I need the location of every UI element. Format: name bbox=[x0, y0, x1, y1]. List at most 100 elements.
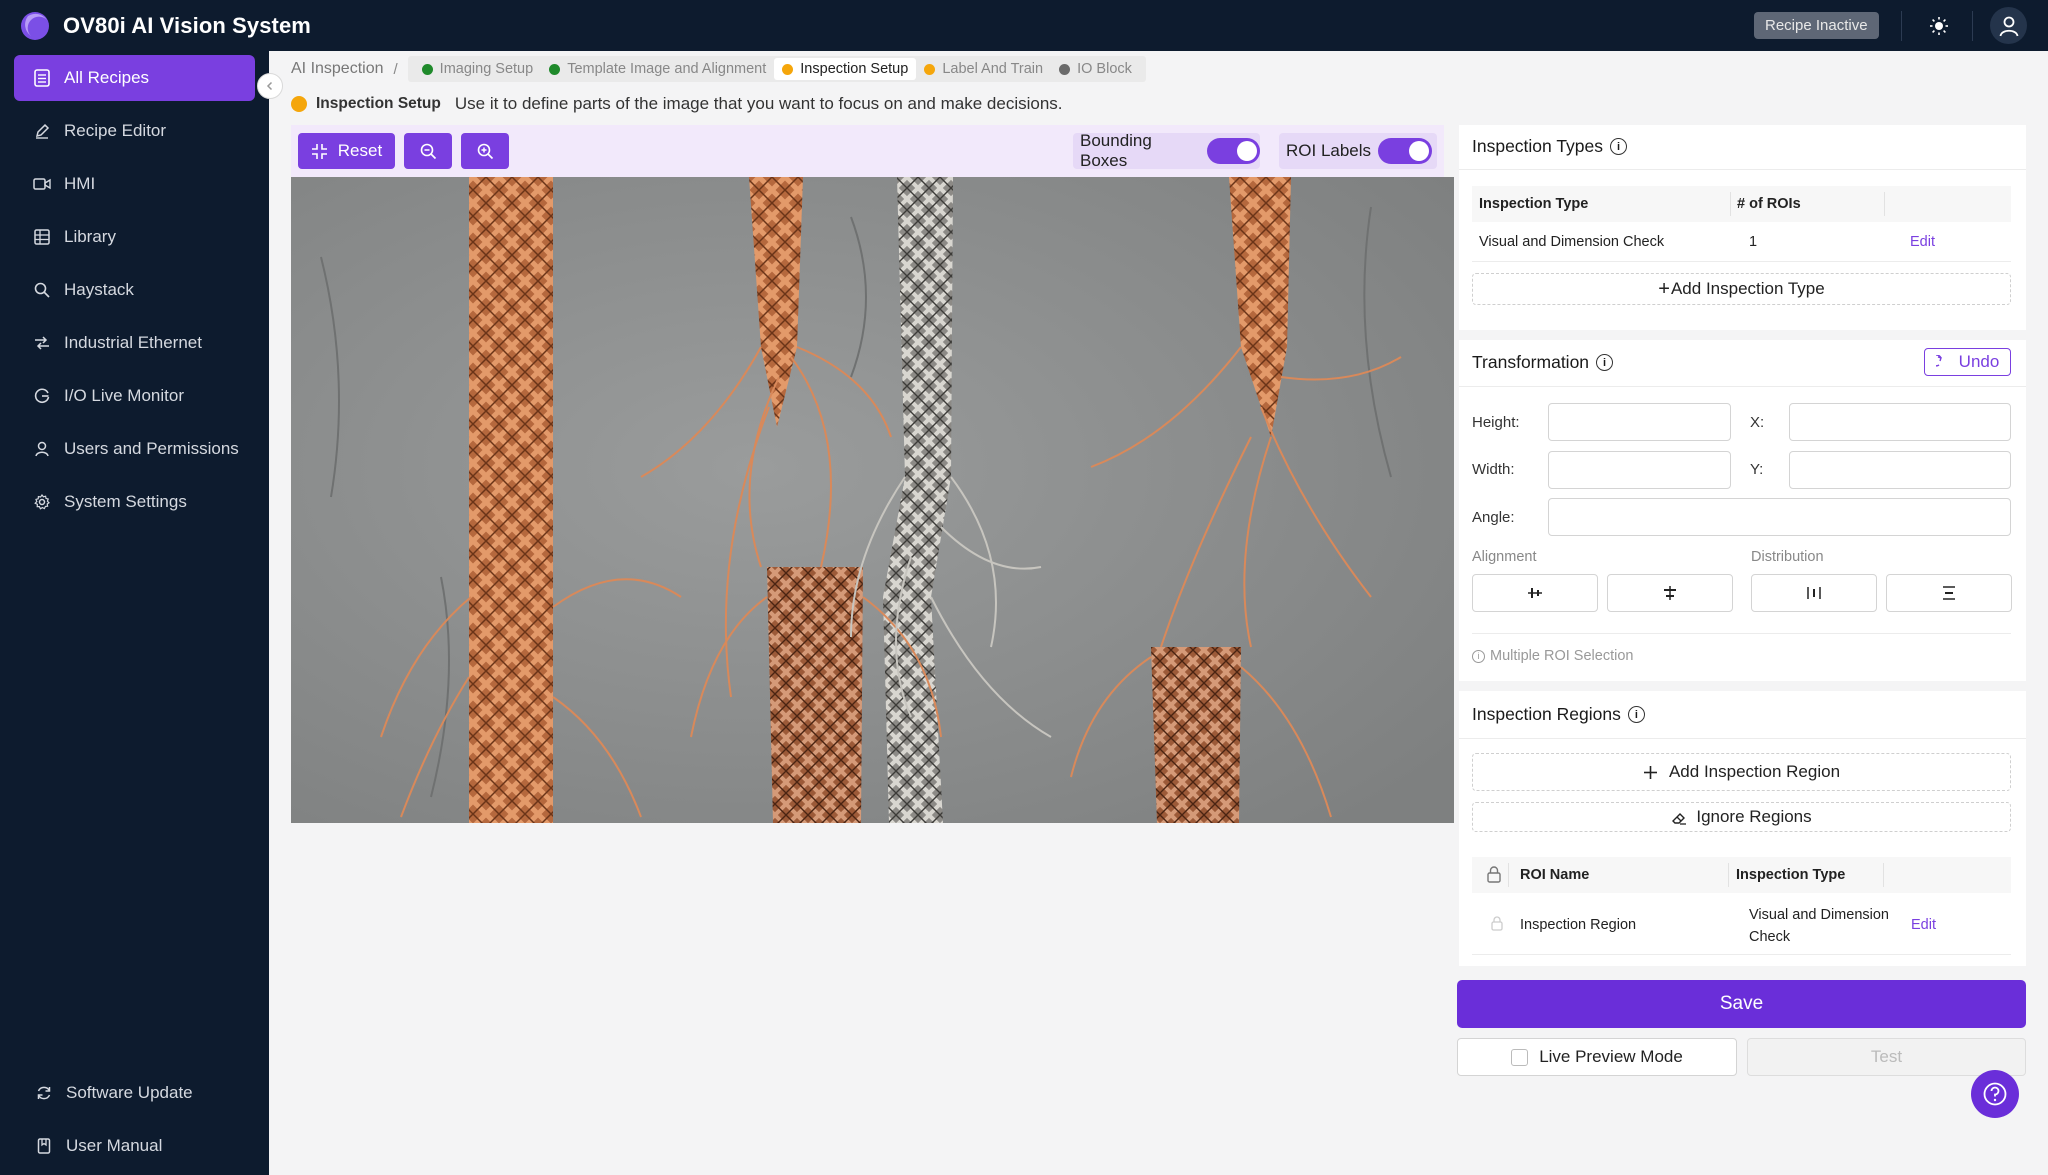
logo-icon bbox=[21, 11, 49, 40]
sidebar-item-user-manual[interactable]: User Manual bbox=[14, 1123, 255, 1169]
sidebar-item-all-recipes[interactable]: All Recipes bbox=[14, 55, 255, 101]
lock-icon[interactable] bbox=[1486, 866, 1502, 883]
alignment-label: Alignment bbox=[1472, 549, 1537, 565]
status-dot bbox=[549, 63, 561, 75]
distribute-vertical-button[interactable] bbox=[1886, 574, 2012, 612]
y-input[interactable] bbox=[1789, 451, 2011, 489]
sidebar-item-hmi[interactable]: HMI bbox=[14, 161, 255, 207]
info-icon: i bbox=[1472, 649, 1485, 663]
sidebar-item-label: System Settings bbox=[64, 492, 187, 511]
step-description-text: Use it to define parts of the image that… bbox=[454, 94, 1063, 113]
help-button[interactable] bbox=[1971, 1070, 2019, 1118]
test-button[interactable]: Test bbox=[1747, 1038, 2026, 1076]
tab-label: Template Image and Alignment bbox=[567, 61, 767, 77]
sidebar-item-library[interactable]: Library bbox=[14, 214, 255, 260]
bounding-boxes-toggle[interactable]: Bounding Boxes bbox=[1073, 131, 1260, 170]
sidebar-item-recipe-editor[interactable]: Recipe Editor bbox=[14, 108, 255, 154]
sidebar-collapse-button[interactable] bbox=[257, 73, 283, 99]
eraser-icon bbox=[1672, 813, 1687, 825]
divider bbox=[1972, 11, 1973, 41]
unlock-icon[interactable] bbox=[1490, 916, 1504, 931]
monitor-icon bbox=[33, 387, 51, 405]
height-input[interactable] bbox=[1548, 403, 1731, 441]
gear-icon bbox=[33, 493, 51, 511]
edit-inspection-type-link[interactable]: Edit bbox=[1910, 234, 1935, 250]
angle-input[interactable] bbox=[1548, 498, 2011, 536]
table-cell: Inspection Region bbox=[1520, 917, 1637, 933]
toggle-switch[interactable] bbox=[1207, 138, 1260, 164]
column-header: Inspection Type bbox=[1736, 867, 1846, 883]
distribute-vertical-icon bbox=[1943, 586, 1955, 600]
reset-button[interactable]: Reset bbox=[298, 133, 395, 169]
angle-label: Angle: bbox=[1472, 509, 1515, 526]
tab-imaging-setup[interactable]: Imaging Setup bbox=[414, 58, 542, 80]
align-vertical-icon bbox=[1664, 586, 1676, 600]
sidebar-item-system-settings[interactable]: System Settings bbox=[14, 479, 255, 525]
sidebar-item-label: Software Update bbox=[66, 1083, 193, 1102]
add-inspection-type-button[interactable]: + Add Inspection Type bbox=[1472, 273, 2011, 305]
toggle-switch[interactable] bbox=[1378, 138, 1433, 164]
search-icon bbox=[33, 281, 51, 299]
info-icon[interactable]: i bbox=[1627, 706, 1645, 723]
user-icon bbox=[33, 440, 51, 458]
plus-icon: + bbox=[1658, 277, 1670, 300]
sun-icon bbox=[1929, 16, 1948, 35]
step-tabs: Imaging Setup Template Image and Alignme… bbox=[407, 56, 1146, 82]
ethernet-icon bbox=[33, 334, 51, 352]
align-horizontal-center-button[interactable] bbox=[1472, 574, 1598, 612]
zoom-out-button[interactable] bbox=[404, 133, 452, 169]
width-input[interactable] bbox=[1548, 451, 1731, 489]
step-description: Inspection Setup Use it to define parts … bbox=[291, 94, 1063, 114]
undo-button[interactable]: Undo bbox=[1924, 348, 2011, 376]
sidebar-item-users-and-permissions[interactable]: Users and Permissions bbox=[14, 426, 255, 472]
x-input[interactable] bbox=[1789, 403, 2011, 441]
tab-io-block[interactable]: IO Block bbox=[1051, 58, 1140, 80]
info-icon[interactable]: i bbox=[1596, 354, 1614, 371]
account-button[interactable] bbox=[1990, 7, 2027, 44]
roi-labels-toggle[interactable]: ROI Labels bbox=[1279, 133, 1437, 169]
align-vertical-center-button[interactable] bbox=[1607, 574, 1733, 612]
tab-label: Imaging Setup bbox=[439, 61, 534, 77]
sidebar-item-software-update[interactable]: Software Update bbox=[14, 1070, 255, 1116]
divider bbox=[1901, 11, 1902, 41]
live-preview-checkbox[interactable] bbox=[1511, 1048, 1529, 1066]
video-icon bbox=[33, 175, 51, 193]
plus-icon bbox=[1643, 765, 1657, 779]
sidebar-item-industrial-ethernet[interactable]: Industrial Ethernet bbox=[14, 320, 255, 366]
ignore-regions-button[interactable]: Ignore Regions bbox=[1472, 802, 2011, 832]
zoom-in-button[interactable] bbox=[461, 133, 509, 169]
breadcrumb-root[interactable]: AI Inspection bbox=[291, 60, 384, 78]
status-dot bbox=[421, 63, 433, 75]
tab-label: Inspection Setup bbox=[800, 61, 909, 77]
tab-label-and-train[interactable]: Label And Train bbox=[916, 58, 1051, 80]
top-bar: OV80i AI Vision System Recipe Inactive bbox=[0, 0, 2048, 51]
collapse-icon bbox=[311, 143, 327, 159]
status-dot bbox=[1059, 63, 1071, 75]
sidebar-item-label: All Recipes bbox=[64, 68, 150, 87]
info-icon[interactable]: i bbox=[1610, 138, 1628, 155]
distribute-horizontal-icon bbox=[1807, 587, 1821, 599]
sidebar-item-haystack[interactable]: Haystack bbox=[14, 267, 255, 313]
width-label: Width: bbox=[1472, 461, 1515, 478]
tab-inspection-setup[interactable]: Inspection Setup bbox=[774, 58, 917, 80]
inspection-image[interactable] bbox=[291, 177, 1454, 823]
live-preview-mode-toggle[interactable]: Live Preview Mode bbox=[1457, 1038, 1737, 1076]
table-header: Inspection Type # of ROIs bbox=[1472, 186, 2011, 222]
sidebar-item-label: Library bbox=[64, 227, 116, 246]
edit-inspection-region-link[interactable]: Edit bbox=[1911, 917, 1936, 933]
distribute-horizontal-button[interactable] bbox=[1751, 574, 1877, 612]
braided-cables-image bbox=[291, 177, 1454, 823]
chevron-left-icon bbox=[266, 81, 273, 91]
column-header: ROI Name bbox=[1520, 867, 1590, 883]
add-inspection-region-button[interactable]: Add Inspection Region bbox=[1472, 753, 2011, 791]
reset-label: Reset bbox=[337, 141, 383, 160]
zoom-out-icon bbox=[420, 143, 436, 159]
refresh-icon bbox=[35, 1084, 53, 1102]
save-button[interactable]: Save bbox=[1457, 980, 2026, 1028]
multiple-roi-note: i Multiple ROI Selection bbox=[1472, 648, 1633, 664]
sidebar-item-io-live-monitor[interactable]: I/O Live Monitor bbox=[14, 373, 255, 419]
theme-toggle-button[interactable] bbox=[1920, 7, 1957, 44]
undo-icon bbox=[1935, 354, 1942, 367]
table-icon bbox=[33, 228, 51, 246]
tab-template-image-and-alignment[interactable]: Template Image and Alignment bbox=[541, 58, 774, 80]
